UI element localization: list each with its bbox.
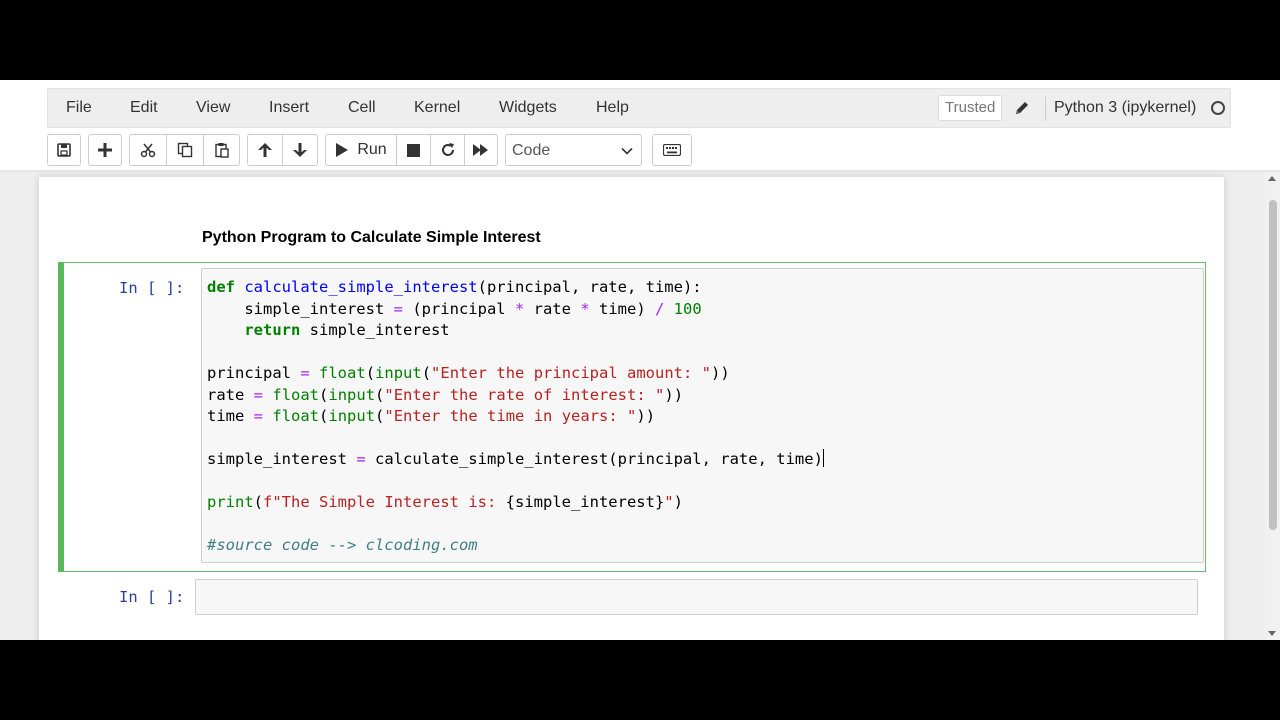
scroll-down-icon[interactable] bbox=[1268, 631, 1276, 636]
scroll-thumb[interactable] bbox=[1269, 200, 1277, 530]
toolbar-keyboard-group bbox=[652, 134, 692, 166]
code-text: def calculate_simple_interest(principal,… bbox=[207, 277, 824, 557]
arrow-up-icon bbox=[257, 142, 273, 158]
play-icon bbox=[335, 142, 349, 158]
run-label: Run bbox=[357, 141, 387, 158]
trusted-indicator[interactable]: Trusted bbox=[938, 95, 1003, 121]
run-all-button[interactable] bbox=[465, 135, 497, 165]
toolbar-save-group bbox=[47, 134, 81, 166]
command-palette-button[interactable] bbox=[653, 135, 691, 165]
paste-icon bbox=[214, 142, 230, 158]
toolbar-run-group: Run bbox=[325, 134, 498, 166]
pencil-icon[interactable] bbox=[1014, 100, 1030, 116]
code-line-13: #source code --> clcoding.com bbox=[207, 536, 478, 554]
text-cursor bbox=[822, 449, 824, 467]
code-cell-empty[interactable]: In [ ]: bbox=[58, 577, 1206, 622]
notebook-header: File Edit View Insert Cell Kernel Widget… bbox=[0, 80, 1280, 172]
code-line-5: principal = float(input("Enter the princ… bbox=[207, 364, 730, 382]
cut-icon bbox=[140, 142, 156, 158]
notebook-container: Python Program to Calculate Simple Inter… bbox=[39, 177, 1224, 640]
toolbar-move-group bbox=[247, 134, 318, 166]
menu-file[interactable]: File bbox=[66, 89, 92, 127]
move-down-button[interactable] bbox=[283, 135, 317, 165]
save-icon bbox=[56, 142, 72, 158]
menu-edit[interactable]: Edit bbox=[130, 89, 158, 127]
move-up-button[interactable] bbox=[248, 135, 283, 165]
cell-input-prompt: In [ ]: bbox=[119, 279, 185, 297]
keyboard-icon bbox=[663, 144, 681, 156]
menu-view[interactable]: View bbox=[196, 89, 230, 127]
copy-icon bbox=[177, 142, 193, 158]
cell-type-value: Code bbox=[512, 142, 551, 159]
menu-bar: File Edit View Insert Cell Kernel Widget… bbox=[47, 88, 1231, 128]
markdown-cell-title[interactable]: Python Program to Calculate Simple Inter… bbox=[202, 229, 541, 247]
code-line-3: return simple_interest bbox=[244, 321, 450, 339]
paste-button[interactable] bbox=[204, 135, 239, 165]
menu-widgets[interactable]: Widgets bbox=[499, 89, 557, 127]
fast-forward-icon bbox=[473, 143, 489, 157]
vertical-scrollbar[interactable] bbox=[1265, 172, 1280, 640]
code-line-7: time = float(input("Enter the time in ye… bbox=[207, 407, 656, 425]
code-line-1: def calculate_simple_interest(principal,… bbox=[207, 278, 702, 296]
chevron-down-icon bbox=[621, 144, 633, 162]
save-button[interactable] bbox=[48, 135, 80, 165]
cut-button[interactable] bbox=[130, 135, 167, 165]
stop-icon bbox=[407, 143, 420, 157]
menu-separator bbox=[1045, 97, 1046, 121]
code-line-11: print(f"The Simple Interest is: {simple_… bbox=[207, 493, 683, 511]
header-divider bbox=[0, 170, 1280, 172]
restart-button[interactable] bbox=[431, 135, 465, 165]
arrow-down-icon bbox=[292, 142, 308, 158]
plus-icon bbox=[98, 143, 112, 157]
kernel-idle-icon bbox=[1211, 101, 1225, 115]
code-line-6: rate = float(input("Enter the rate of in… bbox=[207, 385, 684, 404]
menu-cell[interactable]: Cell bbox=[348, 89, 376, 127]
copy-button[interactable] bbox=[167, 135, 204, 165]
code-cell-selected[interactable]: In [ ]: def calculate_simple_interest(pr… bbox=[58, 262, 1206, 572]
interrupt-button[interactable] bbox=[397, 135, 431, 165]
cell-input-prompt-empty: In [ ]: bbox=[119, 588, 185, 606]
code-editor[interactable]: def calculate_simple_interest(principal,… bbox=[201, 268, 1204, 563]
code-editor-empty[interactable] bbox=[195, 579, 1198, 615]
cell-type-select[interactable]: Code bbox=[505, 134, 642, 166]
scroll-up-icon[interactable] bbox=[1268, 176, 1276, 181]
insert-cell-button[interactable] bbox=[89, 135, 121, 165]
run-button[interactable]: Run bbox=[326, 135, 397, 165]
kernel-name[interactable]: Python 3 (ipykernel) bbox=[1054, 89, 1196, 127]
code-line-9: simple_interest = calculate_simple_inter… bbox=[207, 450, 823, 468]
jupyter-notebook-window: File Edit View Insert Cell Kernel Widget… bbox=[0, 80, 1280, 640]
menu-kernel[interactable]: Kernel bbox=[414, 89, 460, 127]
menu-help[interactable]: Help bbox=[596, 89, 629, 127]
restart-icon bbox=[440, 142, 456, 158]
toolbar-insert-group bbox=[88, 134, 122, 166]
menu-insert[interactable]: Insert bbox=[269, 89, 309, 127]
code-line-2: simple_interest = (principal * rate * ti… bbox=[207, 299, 702, 318]
toolbar-edit-group bbox=[129, 134, 240, 166]
